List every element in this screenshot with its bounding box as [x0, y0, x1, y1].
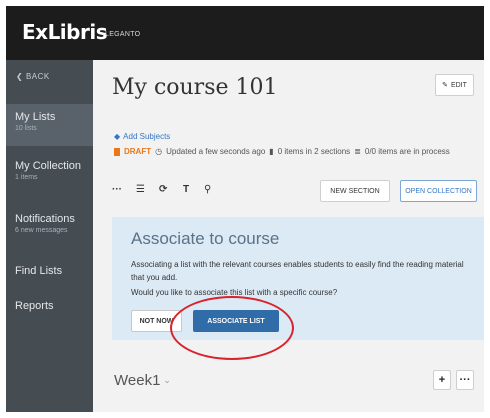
list-icon: ≣: [354, 147, 361, 156]
sidebar-item-my-collection[interactable]: My Collection 1 items: [6, 160, 93, 181]
edit-button[interactable]: ✎ EDIT: [435, 74, 474, 96]
draft-badge: DRAFT: [124, 147, 152, 156]
sidebar-item-my-lists[interactable]: My Lists 10 lists: [6, 104, 93, 146]
section-more-button[interactable]: ···: [456, 370, 474, 390]
sidebar-item-count: 10 lists: [15, 125, 37, 132]
not-now-button[interactable]: NOT NOW: [131, 310, 182, 332]
sidebar-item-notifications[interactable]: Notifications 6 new messages: [6, 213, 93, 234]
clock-icon: ◷: [155, 147, 163, 156]
sidebar-item-label: My Collection: [15, 160, 82, 172]
items-sections-text: 0 items in 2 sections: [277, 147, 351, 156]
process-text: 0/0 items are in process: [364, 147, 450, 156]
book-icon: ▮: [269, 147, 274, 156]
sidebar-item-label: Notifications: [15, 213, 75, 225]
plus-icon: +: [438, 374, 446, 386]
top-bar: ExLibris LEGANTO: [6, 6, 484, 60]
more-icon: ···: [459, 374, 471, 386]
sidebar-item-reports[interactable]: Reports: [6, 300, 93, 312]
chevron-down-icon: ⌄: [163, 375, 171, 385]
section-title: Week1: [114, 372, 161, 389]
associate-title: Associate to course: [131, 229, 280, 248]
associate-description: Associating a list with the relevant cou…: [131, 260, 464, 282]
list-view-icon[interactable]: ☰: [136, 184, 145, 195]
chevron-left-icon: ❮: [16, 72, 24, 81]
sidebar-item-label: Reports: [15, 300, 54, 312]
list-toolbar: ··· ☰ ⟳ T ⚲ NEW SECTION OPEN COLLECTION: [112, 180, 477, 204]
sidebar-item-count: 1 items: [15, 174, 38, 181]
exlibris-logo[interactable]: ExLibris: [22, 20, 108, 44]
back-link[interactable]: ❮ BACK: [16, 72, 50, 81]
add-subjects-label: Add Subjects: [123, 132, 171, 141]
section-header[interactable]: Week1 ⌄: [114, 372, 171, 389]
main-content: My course 101 ✎ EDIT ◆ Add Subjects DRAF…: [93, 60, 484, 412]
list-status-line: DRAFT ◷ Updated a few seconds ago ▮ 0 it…: [114, 147, 450, 156]
edit-label: EDIT: [450, 81, 467, 89]
sidebar-item-label: My Lists: [15, 111, 56, 123]
filter-icon[interactable]: T: [183, 184, 189, 195]
page-title: My course 101: [112, 75, 278, 100]
product-name: LEGANTO: [105, 31, 141, 38]
pencil-icon: ✎: [442, 82, 448, 89]
associate-question: Would you like to associate this list wi…: [131, 288, 338, 297]
add-subjects-link[interactable]: ◆ Add Subjects: [114, 132, 170, 141]
new-section-button[interactable]: NEW SECTION: [320, 180, 390, 202]
associate-list-button[interactable]: ASSOCIATE LIST: [193, 310, 279, 332]
app-window: ExLibris LEGANTO ❮ BACK My Lists 10 list…: [6, 6, 484, 412]
tag-icon: ◆: [114, 132, 121, 141]
add-item-button[interactable]: +: [433, 370, 451, 390]
associate-course-panel: Associate to course Associating a list w…: [112, 217, 484, 360]
search-icon[interactable]: ⚲: [204, 184, 211, 195]
sidebar: ❮ BACK My Lists 10 lists My Collection 1…: [6, 60, 93, 412]
updated-text: Updated a few seconds ago: [166, 147, 266, 156]
back-label: BACK: [25, 72, 50, 81]
more-icon[interactable]: ···: [112, 184, 122, 195]
open-collection-button[interactable]: OPEN COLLECTION: [400, 180, 477, 202]
draft-icon: [114, 147, 120, 156]
sidebar-item-find-lists[interactable]: Find Lists: [6, 265, 93, 277]
refresh-icon[interactable]: ⟳: [159, 184, 167, 195]
sidebar-item-label: Find Lists: [15, 265, 63, 277]
sidebar-item-count: 6 new messages: [15, 227, 68, 234]
